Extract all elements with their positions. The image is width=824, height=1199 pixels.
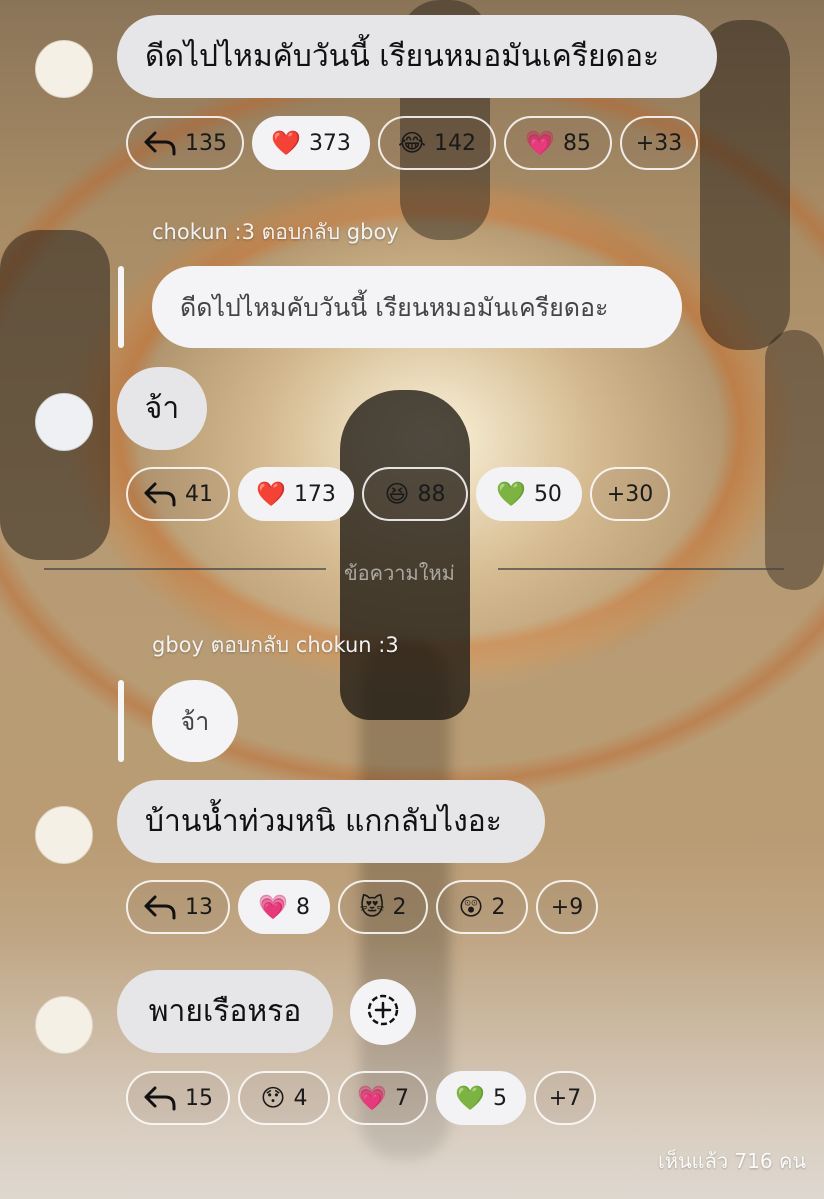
reply-count-chip[interactable]: 41 bbox=[126, 467, 230, 521]
reply-count: 41 bbox=[185, 481, 213, 507]
reaction-chip[interactable]: 😲 2 bbox=[436, 880, 528, 934]
background-figure-center bbox=[340, 390, 470, 720]
reaction-count: 2 bbox=[491, 894, 506, 920]
reaction-count: 2 bbox=[392, 894, 407, 920]
reaction-chip[interactable]: 💗 85 bbox=[504, 116, 612, 170]
reply-arrow-icon bbox=[143, 1085, 177, 1111]
message-bubble[interactable]: จ้า bbox=[117, 367, 207, 450]
reply-arrow-icon bbox=[143, 481, 177, 507]
reply-count: 13 bbox=[185, 894, 213, 920]
reaction-count: 4 bbox=[293, 1085, 308, 1111]
reply-count-chip[interactable]: 13 bbox=[126, 880, 230, 934]
more-reactions-count: +9 bbox=[550, 894, 584, 920]
reaction-count: 142 bbox=[434, 130, 477, 156]
add-reaction-icon bbox=[366, 993, 400, 1031]
avatar-gboy[interactable] bbox=[35, 996, 93, 1054]
divider-line-left bbox=[44, 568, 326, 570]
reaction-count: 373 bbox=[308, 130, 351, 156]
heart-eyes-cat-icon: 😻 bbox=[359, 893, 385, 921]
reaction-count: 5 bbox=[492, 1085, 507, 1111]
new-messages-label: ข้อความใหม่ bbox=[344, 561, 455, 585]
more-reactions-count: +33 bbox=[635, 130, 683, 156]
hushed-face-icon: 😯 bbox=[260, 1084, 286, 1112]
message-bubble[interactable]: ดีดไปไหมคับวันนี้ เรียนหมอมันเครียดอะ bbox=[117, 15, 717, 98]
reaction-chip[interactable]: ❤️ 373 bbox=[252, 116, 370, 170]
reaction-count: 173 bbox=[293, 481, 336, 507]
reaction-count: 50 bbox=[533, 481, 562, 507]
pink-heart-icon: 💗 bbox=[357, 1084, 387, 1112]
green-heart-icon: 💚 bbox=[496, 480, 526, 508]
astonished-face-icon: 😲 bbox=[458, 893, 484, 921]
reply-arrow-icon bbox=[143, 130, 177, 156]
reply-arrow-icon bbox=[143, 894, 177, 920]
quoted-text: ดีดไปไหมคับวันนี้ เรียนหมอมันเครียดอะ bbox=[180, 292, 609, 322]
reaction-chip[interactable]: ❤️ 173 bbox=[238, 467, 354, 521]
grinning-squinting-icon: 😆 bbox=[384, 480, 410, 508]
pink-heart-icon: 💗 bbox=[258, 893, 288, 921]
quoted-text: จ้า bbox=[180, 706, 210, 736]
message-bubble[interactable]: พายเรือหรอ bbox=[117, 970, 333, 1053]
pink-heart-icon: 💗 bbox=[525, 129, 555, 157]
reply-header: gboy ตอบกลับ chokun :3 bbox=[152, 633, 399, 657]
quoted-message[interactable]: จ้า bbox=[152, 680, 238, 762]
divider-line-right bbox=[498, 568, 784, 570]
message-text: พายเรือหรอ bbox=[148, 993, 302, 1029]
reaction-count: 85 bbox=[562, 130, 591, 156]
green-heart-icon: 💚 bbox=[455, 1084, 485, 1112]
reply-count: 15 bbox=[185, 1085, 213, 1111]
message-bubble[interactable]: บ้านน้ำท่วมหนิ แกกลับไงอะ bbox=[117, 780, 545, 863]
reaction-chip[interactable]: 💗 7 bbox=[338, 1071, 428, 1125]
message-text: ดีดไปไหมคับวันนี้ เรียนหมอมันเครียดอะ bbox=[145, 38, 660, 74]
reaction-chip[interactable]: 💗 8 bbox=[238, 880, 330, 934]
avatar-chokun[interactable] bbox=[35, 393, 93, 451]
more-reactions-chip[interactable]: +7 bbox=[534, 1071, 596, 1125]
reply-count-chip[interactable]: 15 bbox=[126, 1071, 230, 1125]
quoted-message[interactable]: ดีดไปไหมคับวันนี้ เรียนหมอมันเครียดอะ bbox=[152, 266, 682, 348]
reaction-chip[interactable]: 💚 50 bbox=[476, 467, 582, 521]
reply-header: chokun :3 ตอบกลับ gboy bbox=[152, 220, 399, 244]
background-figure-right-lower bbox=[765, 330, 824, 590]
more-reactions-chip[interactable]: +30 bbox=[590, 467, 670, 521]
quote-bar bbox=[118, 266, 124, 348]
message-text: บ้านน้ำท่วมหนิ แกกลับไงอะ bbox=[145, 803, 502, 839]
tears-of-joy-icon: 😂 bbox=[397, 129, 427, 157]
more-reactions-count: +30 bbox=[606, 481, 654, 507]
reaction-chip[interactable]: 💚 5 bbox=[436, 1071, 526, 1125]
more-reactions-chip[interactable]: +33 bbox=[620, 116, 698, 170]
reaction-chip[interactable]: 😯 4 bbox=[238, 1071, 330, 1125]
reply-count: 135 bbox=[185, 130, 227, 156]
reaction-count: 88 bbox=[417, 481, 446, 507]
reaction-chip[interactable]: 😻 2 bbox=[338, 880, 428, 934]
red-heart-icon: ❤️ bbox=[256, 480, 286, 508]
message-text: จ้า bbox=[144, 390, 180, 426]
reaction-count: 8 bbox=[295, 894, 310, 920]
reaction-chip[interactable]: 😂 142 bbox=[378, 116, 496, 170]
red-heart-icon: ❤️ bbox=[271, 129, 301, 157]
reaction-count: 7 bbox=[394, 1085, 409, 1111]
avatar-gboy[interactable] bbox=[35, 40, 93, 98]
avatar-gboy[interactable] bbox=[35, 806, 93, 864]
viewers-count: เห็นแล้ว 716 คน bbox=[657, 1149, 806, 1173]
quote-bar bbox=[118, 680, 124, 762]
more-reactions-count: +7 bbox=[548, 1085, 582, 1111]
reply-count-chip[interactable]: 135 bbox=[126, 116, 244, 170]
add-reaction-button[interactable] bbox=[350, 979, 416, 1045]
more-reactions-chip[interactable]: +9 bbox=[536, 880, 598, 934]
reaction-chip[interactable]: 😆 88 bbox=[362, 467, 468, 521]
